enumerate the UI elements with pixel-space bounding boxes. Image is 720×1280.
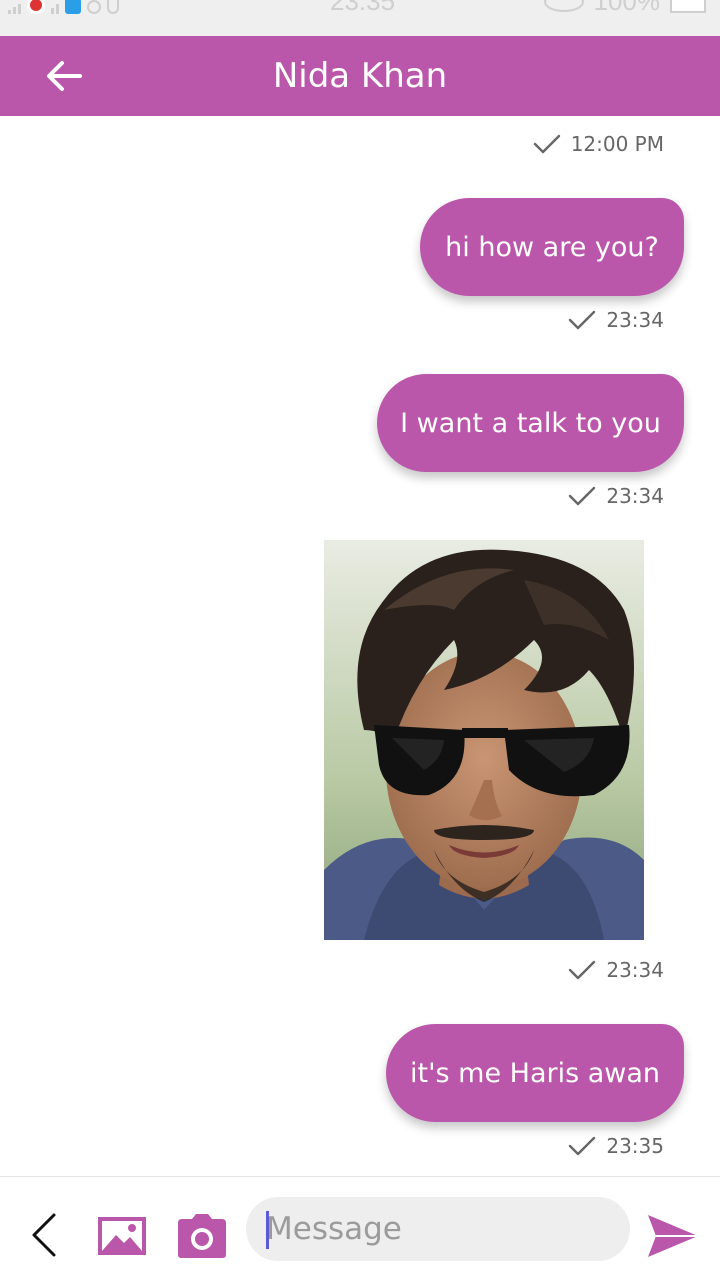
eye-icon — [543, 0, 584, 12]
wifi-icon — [87, 0, 101, 14]
message-list[interactable]: 12:00 PM hi how are you? 23:34 I want a … — [0, 116, 720, 1176]
notification-icon — [27, 0, 45, 14]
message-meta: 23:34 — [568, 484, 664, 508]
check-icon — [569, 1136, 596, 1156]
message-time: 23:34 — [606, 308, 664, 332]
chevron-left-icon — [32, 1213, 56, 1257]
signal-icon — [8, 4, 21, 14]
status-bar-right: 100% — [543, 0, 706, 17]
status-time: 23:35 — [330, 0, 396, 16]
battery-percent: 100% — [593, 0, 661, 16]
photo-message[interactable] — [324, 540, 644, 940]
chat-header: Nida Khan — [0, 36, 720, 116]
message-meta: 12:00 PM — [533, 132, 664, 156]
message-meta: 23:34 — [568, 308, 664, 332]
app-notification-icon — [65, 0, 81, 14]
send-icon — [648, 1215, 698, 1257]
profile-photo — [324, 540, 644, 940]
collapse-button[interactable] — [26, 1211, 62, 1259]
signal-icon-2 — [51, 4, 59, 14]
message-bubble[interactable]: it's me Haris awan — [386, 1024, 684, 1122]
check-icon — [569, 310, 596, 330]
message-bubble[interactable]: I want a talk to you — [377, 374, 684, 472]
camera-button[interactable] — [176, 1213, 228, 1259]
message-text: it's me Haris awan — [409, 1057, 661, 1089]
message-time: 12:00 PM — [570, 132, 664, 156]
message-time: 23:34 — [606, 958, 664, 982]
check-icon — [569, 486, 596, 506]
usb-icon — [107, 0, 119, 14]
message-meta: 23:35 — [568, 1134, 664, 1158]
composer-bar — [0, 1176, 720, 1280]
check-icon — [533, 134, 560, 154]
status-bar-left — [8, 0, 119, 14]
camera-icon — [178, 1214, 226, 1258]
message-meta: 23:34 — [568, 958, 664, 982]
message-input[interactable] — [246, 1197, 630, 1261]
message-time: 23:35 — [606, 1134, 664, 1158]
message-time: 23:34 — [606, 484, 664, 508]
check-icon — [569, 960, 596, 980]
send-button[interactable] — [646, 1213, 700, 1259]
text-caret — [266, 1211, 269, 1249]
contact-name: Nida Khan — [272, 56, 448, 96]
status-bar: 23:35 100% — [0, 0, 720, 36]
message-text: hi how are you? — [445, 231, 659, 263]
message-text: I want a talk to you — [400, 407, 661, 439]
gallery-icon — [98, 1217, 146, 1255]
message-bubble[interactable]: hi how are you? — [420, 198, 684, 296]
gallery-button[interactable] — [96, 1215, 148, 1257]
battery-icon — [670, 0, 706, 13]
